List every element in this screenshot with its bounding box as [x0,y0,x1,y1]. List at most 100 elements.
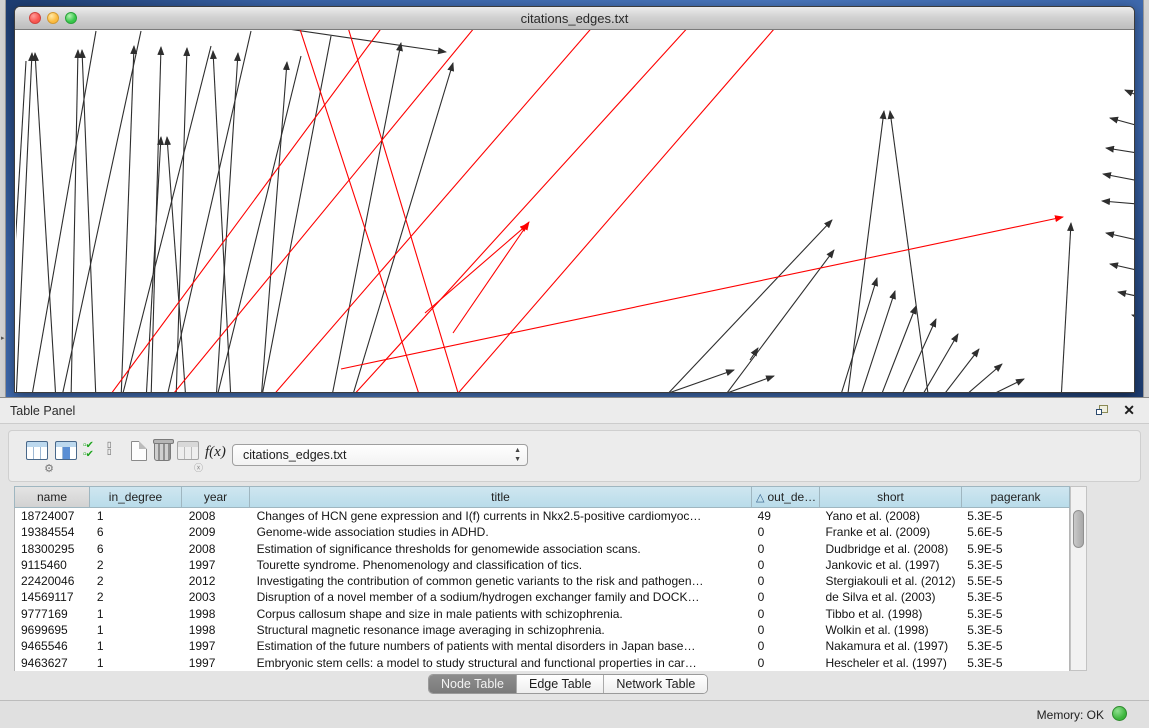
table-cell[interactable]: 49 [752,508,820,524]
table-cell[interactable]: 1998 [183,606,251,622]
table-cell[interactable]: Wolkin et al. (1998) [819,622,961,638]
table-cell[interactable]: 5.3E-5 [961,655,1069,671]
table-cell[interactable]: Hescheler et al. (1997) [819,655,961,671]
table-cell[interactable]: 19384554 [15,524,91,540]
table-cell[interactable]: 0 [752,655,820,671]
table-cell[interactable]: 1998 [183,622,251,638]
table-cell[interactable]: 0 [752,524,820,540]
table-cell[interactable]: 0 [752,589,820,605]
table-cell[interactable]: 2 [91,589,183,605]
tab-node-table[interactable]: Node Table [429,675,517,694]
close-panel-icon[interactable]: ✕ [1123,402,1135,418]
table-cell[interactable]: 1 [91,606,183,622]
table-cell[interactable]: 5.3E-5 [961,589,1069,605]
table-cell[interactable]: Estimation of significance thresholds fo… [251,541,752,557]
table-cell[interactable]: Yano et al. (2008) [819,508,961,524]
tab-network-table[interactable]: Network Table [604,675,707,694]
column-visibility-button[interactable] [55,441,77,469]
table-row[interactable]: 969969511998Structural magnetic resonanc… [15,622,1069,638]
function-builder-button[interactable]: f(x) [205,443,226,471]
table-row[interactable]: 946362711997Embryonic stem cells: a mode… [15,655,1069,671]
table-cell[interactable]: Nakamura et al. (1997) [819,638,961,654]
table-cell[interactable]: 1 [91,655,183,671]
table-cell[interactable]: 0 [752,638,820,654]
memory-ok-indicator[interactable] [1112,706,1127,721]
table-cell[interactable]: Structural magnetic resonance image aver… [251,622,752,638]
column-header-short[interactable]: short [820,486,962,508]
table-cell[interactable]: 5.3E-5 [961,557,1069,573]
table-cell[interactable]: 0 [752,557,820,573]
table-cell[interactable]: Tibbo et al. (1998) [819,606,961,622]
table-row[interactable]: 946554611997Estimation of the future num… [15,638,1069,654]
table-cell[interactable]: 14569117 [15,589,91,605]
table-cell[interactable]: de Silva et al. (2003) [819,589,961,605]
table-cell[interactable]: 22420046 [15,573,91,589]
table-cell[interactable]: 1 [91,508,183,524]
table-cell[interactable]: 5.3E-5 [961,606,1069,622]
table-cell[interactable]: 0 [752,606,820,622]
table-cell[interactable]: 2009 [183,524,251,540]
table-cell[interactable]: Changes of HCN gene expression and I(f) … [251,508,752,524]
right-panel-handle[interactable] [1143,0,1149,397]
column-header-name[interactable]: name [14,486,90,508]
table-cell[interactable]: 2008 [183,508,251,524]
table-cell[interactable]: Embryonic stem cells: a model to study s… [251,655,752,671]
select-all-rows-button[interactable]: ▫✔▫✔ [83,441,93,469]
table-cell[interactable]: 5.3E-5 [961,508,1069,524]
delete-table-button[interactable] [154,441,171,469]
table-cell[interactable]: 9115460 [15,557,91,573]
table-cell[interactable]: 5.9E-5 [961,541,1069,557]
table-row[interactable]: 977716911998Corpus callosum shape and si… [15,606,1069,622]
table-cell[interactable]: 5.3E-5 [961,638,1069,654]
table-row[interactable]: 1830029562008Estimation of significance … [15,541,1069,557]
table-cell[interactable]: 18724007 [15,508,91,524]
table-cell[interactable]: 9465546 [15,638,91,654]
column-header-year[interactable]: year [182,486,250,508]
window-titlebar[interactable]: citations_edges.txt [15,7,1134,30]
table-cell[interactable]: Jankovic et al. (1997) [819,557,961,573]
table-row[interactable]: 1456911722003Disruption of a novel membe… [15,589,1069,605]
tab-edge-table[interactable]: Edge Table [517,675,604,694]
column-header-pagerank[interactable]: pagerank [962,486,1070,508]
table-cell[interactable]: 1 [91,638,183,654]
table-cell[interactable]: 9463627 [15,655,91,671]
table-cell[interactable]: 5.6E-5 [961,524,1069,540]
column-header-title[interactable]: title [250,486,752,508]
table-cell[interactable]: Estimation of the future numbers of pati… [251,638,752,654]
float-panel-icon[interactable] [1096,405,1109,417]
table-row[interactable]: 1872400712008Changes of HCN gene express… [15,508,1069,524]
table-cell[interactable]: 9699695 [15,622,91,638]
table-cell[interactable]: 2 [91,573,183,589]
left-panel-handle[interactable]: ▸ [0,0,6,397]
table-row[interactable]: 2242004622012Investigating the contribut… [15,573,1069,589]
table-cell[interactable]: 18300295 [15,541,91,557]
table-cell[interactable]: Disruption of a novel member of a sodium… [251,589,752,605]
table-cell[interactable]: 0 [752,573,820,589]
table-cell[interactable]: 1997 [183,638,251,654]
table-cell[interactable]: 1 [91,622,183,638]
table-options-button[interactable]: ⚙ [26,441,48,469]
table-cell[interactable]: Tourette syndrome. Phenomenology and cla… [251,557,752,573]
table-cell[interactable]: 5.3E-5 [961,622,1069,638]
table-cell[interactable]: 6 [91,524,183,540]
table-cell[interactable]: Franke et al. (2009) [819,524,961,540]
table-cell[interactable]: 0 [752,622,820,638]
table-cell[interactable]: Corpus callosum shape and size in male p… [251,606,752,622]
table-cell[interactable]: 5.5E-5 [961,573,1069,589]
table-cell[interactable]: 1997 [183,655,251,671]
table-cell[interactable]: Dudbridge et al. (2008) [819,541,961,557]
deselect-all-rows-button[interactable]: ▯▯ [107,441,111,469]
table-cell[interactable]: Investigating the contribution of common… [251,573,752,589]
table-cell[interactable]: Genome-wide association studies in ADHD. [251,524,752,540]
scrollbar-thumb[interactable] [1073,510,1084,548]
table-cell[interactable]: 2008 [183,541,251,557]
table-cell[interactable]: 2003 [183,589,251,605]
network-view[interactable] [16,30,1134,392]
table-cell[interactable]: 0 [752,541,820,557]
table-cell[interactable]: 1997 [183,557,251,573]
table-cell[interactable]: Stergiakouli et al. (2012) [819,573,961,589]
table-scrollbar[interactable] [1070,486,1087,671]
table-cell[interactable]: 9777169 [15,606,91,622]
table-cell[interactable]: 6 [91,541,183,557]
column-header-out_de[interactable]: △out_de… [752,486,820,508]
